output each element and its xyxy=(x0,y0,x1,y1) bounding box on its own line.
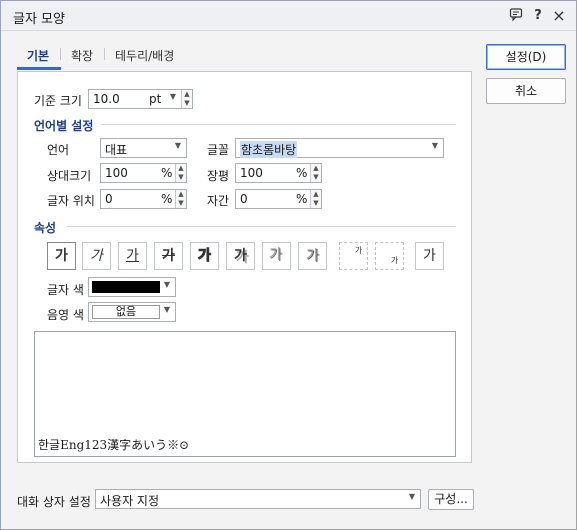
char-position-value: 0 xyxy=(105,192,113,206)
text-color-select[interactable]: ▼ xyxy=(88,277,176,297)
bold-button[interactable]: 가 xyxy=(47,242,76,270)
relative-size-value: 100 xyxy=(105,166,128,180)
spin-up-icon[interactable]: ▲ xyxy=(176,164,186,173)
section-divider xyxy=(101,124,456,125)
font-select[interactable]: 함초롬바탕 ▼ xyxy=(235,138,444,158)
subscript-glyph: 가 xyxy=(390,256,399,265)
spin-down-icon[interactable]: ▼ xyxy=(311,199,321,208)
char-position-spinner[interactable]: ▲ ▼ xyxy=(175,190,186,208)
spin-down-icon[interactable]: ▼ xyxy=(176,199,186,208)
tab-basic[interactable]: 기본 xyxy=(27,47,49,64)
close-button[interactable]: × xyxy=(550,7,568,25)
shade-color-value: 없음 xyxy=(92,305,160,319)
cancel-button[interactable]: 취소 xyxy=(486,78,566,104)
tab-separator xyxy=(60,48,61,60)
base-size-value: 10.0 xyxy=(93,92,120,106)
spin-up-icon[interactable]: ▲ xyxy=(182,90,192,99)
subscript-button[interactable]: 가 xyxy=(375,242,404,270)
superscript-button[interactable]: 가 xyxy=(339,242,368,270)
language-select[interactable]: 대표 ▼ xyxy=(100,138,187,158)
tab-border-background[interactable]: 테두리/배경 xyxy=(115,47,174,64)
chevron-down-icon[interactable]: ▼ xyxy=(409,492,415,501)
char-position-label: 글자 위치 xyxy=(47,194,95,208)
ok-button[interactable]: 설정(D) xyxy=(486,44,566,70)
engrave-button[interactable]: 가 xyxy=(298,242,327,270)
char-spacing-spinner[interactable]: ▲ ▼ xyxy=(310,190,321,208)
char-spacing-input[interactable]: 0 % ▲ ▼ xyxy=(235,189,322,209)
section-divider xyxy=(66,226,456,227)
percent-unit: % xyxy=(161,166,173,180)
font-value: 함초롬바탕 xyxy=(240,141,298,158)
base-size-input[interactable]: 10.0 pt ▼ ▲ ▼ xyxy=(88,89,193,109)
language-value: 대표 xyxy=(105,143,128,157)
underline-button[interactable]: 가 xyxy=(118,242,147,270)
dialog-setting-value: 사용자 지정 xyxy=(100,494,160,508)
lang-section-title: 언어별 설정 xyxy=(34,119,94,133)
percent-unit: % xyxy=(296,166,308,180)
text-color-swatch xyxy=(92,281,160,293)
spin-down-icon[interactable]: ▼ xyxy=(182,99,192,108)
spin-up-icon[interactable]: ▲ xyxy=(311,164,321,173)
shade-color-select[interactable]: 없음 ▼ xyxy=(88,302,176,322)
strikethrough-button[interactable]: 가 xyxy=(154,242,183,270)
base-size-unit: pt xyxy=(149,92,162,106)
italic-button[interactable]: 가 xyxy=(82,242,111,270)
text-color-label: 글자 색 xyxy=(47,283,84,297)
active-tab-indicator xyxy=(17,67,61,70)
dialog-title: 글자 모양 xyxy=(13,12,65,27)
dialog-window: 글자 모양 ? × 기본 확장 테두리/배경 기준 크기 10.0 pt ▼ ▲… xyxy=(0,0,577,530)
shade-color-label: 음영 색 xyxy=(47,308,84,322)
superscript-glyph: 가 xyxy=(354,246,363,255)
relative-size-label: 상대크기 xyxy=(47,169,92,183)
width-ratio-spinner[interactable]: ▲ ▼ xyxy=(310,164,321,182)
percent-unit: % xyxy=(296,192,308,206)
relative-size-input[interactable]: 100 % ▲ ▼ xyxy=(100,163,187,183)
spin-up-icon[interactable]: ▲ xyxy=(176,190,186,199)
attr-section-title: 속성 xyxy=(34,221,57,235)
spin-up-icon[interactable]: ▲ xyxy=(311,190,321,199)
percent-unit: % xyxy=(161,192,173,206)
dialog-setting-select[interactable]: 사용자 지정 ▼ xyxy=(95,489,421,509)
chevron-down-icon[interactable]: ▼ xyxy=(175,141,181,150)
shadow-button[interactable]: 가 xyxy=(226,242,255,270)
chevron-down-icon[interactable]: ▼ xyxy=(432,141,438,150)
char-spacing-label: 자간 xyxy=(207,194,230,208)
tab-extended[interactable]: 확장 xyxy=(71,47,93,64)
width-ratio-input[interactable]: 100 % ▲ ▼ xyxy=(235,163,322,183)
preview-box: 한글Eng123漢字あいう※⊙ xyxy=(34,331,456,457)
spin-down-icon[interactable]: ▼ xyxy=(176,173,186,182)
preview-sample-text: 한글Eng123漢字あいう※⊙ xyxy=(38,438,190,452)
language-label: 언어 xyxy=(47,143,70,157)
chevron-down-icon[interactable]: ▼ xyxy=(170,92,176,101)
width-ratio-label: 장평 xyxy=(207,169,230,183)
title-bar: 글자 모양 ? × xyxy=(1,1,576,31)
tab-separator xyxy=(104,48,105,60)
base-size-spinner[interactable]: ▲ ▼ xyxy=(181,90,192,108)
normal-button[interactable]: 가 xyxy=(415,242,444,270)
chat-icon[interactable] xyxy=(507,7,525,25)
emboss-button[interactable]: 가 xyxy=(262,242,291,270)
char-position-input[interactable]: 0 % ▲ ▼ xyxy=(100,189,187,209)
width-ratio-value: 100 xyxy=(240,166,263,180)
dialog-setting-label: 대화 상자 설정 xyxy=(17,495,91,509)
outline-button[interactable]: 가 xyxy=(190,242,219,270)
chevron-down-icon[interactable]: ▼ xyxy=(164,305,170,314)
chevron-down-icon[interactable]: ▼ xyxy=(164,280,170,289)
char-spacing-value: 0 xyxy=(240,192,248,206)
help-button[interactable]: ? xyxy=(529,7,547,25)
compose-button[interactable]: 구성... xyxy=(428,489,474,510)
base-size-label: 기준 크기 xyxy=(34,94,82,108)
relative-size-spinner[interactable]: ▲ ▼ xyxy=(175,164,186,182)
spin-down-icon[interactable]: ▼ xyxy=(311,173,321,182)
font-label: 글꼴 xyxy=(207,143,230,157)
